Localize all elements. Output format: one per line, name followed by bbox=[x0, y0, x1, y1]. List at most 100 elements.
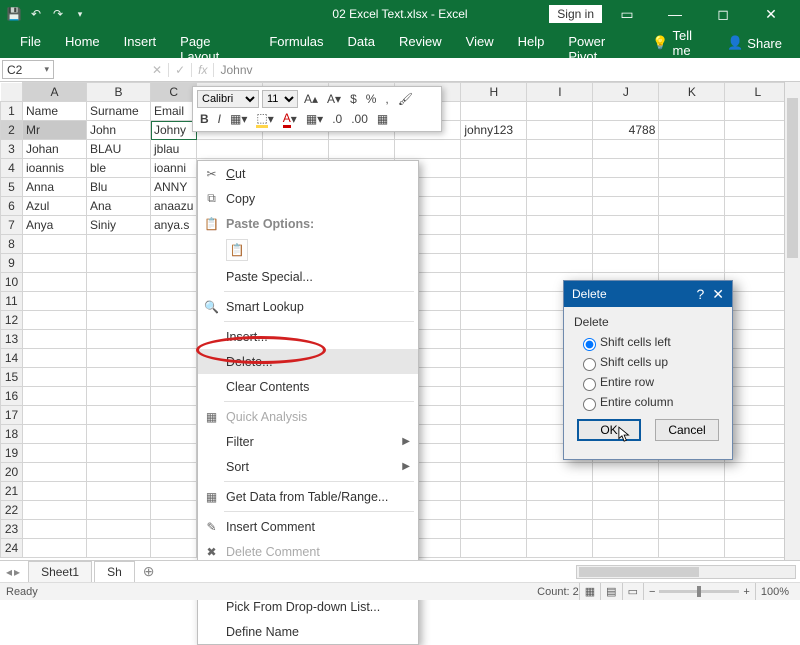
cell-A6[interactable]: Azul bbox=[23, 197, 87, 216]
cell-B12[interactable] bbox=[87, 311, 151, 330]
cell-K7[interactable] bbox=[659, 216, 725, 235]
cell-L21[interactable] bbox=[725, 482, 791, 501]
column-header-K[interactable]: K bbox=[659, 83, 725, 102]
row-header-10[interactable]: 10 bbox=[1, 273, 23, 292]
cell-I8[interactable] bbox=[527, 235, 593, 254]
cell-K5[interactable] bbox=[659, 178, 725, 197]
cell-A4[interactable]: ioannis bbox=[23, 159, 87, 178]
row-header-23[interactable]: 23 bbox=[1, 520, 23, 539]
cell-H9[interactable] bbox=[461, 254, 527, 273]
tab-review[interactable]: Review bbox=[387, 28, 454, 58]
cell-I20[interactable] bbox=[527, 463, 593, 482]
cell-A22[interactable] bbox=[23, 501, 87, 520]
close-button[interactable]: ✕ bbox=[748, 0, 794, 28]
cell-H17[interactable] bbox=[461, 406, 527, 425]
sheet-nav[interactable]: ◂▸ bbox=[0, 565, 26, 579]
cell-H13[interactable] bbox=[461, 330, 527, 349]
radio-entire-column[interactable]: Entire column bbox=[574, 393, 722, 413]
borders-icon[interactable]: ▦▾ bbox=[227, 110, 250, 128]
maximize-button[interactable]: ◻ bbox=[700, 0, 746, 28]
cell-B23[interactable] bbox=[87, 520, 151, 539]
radio-shift-up-input[interactable] bbox=[583, 358, 596, 371]
row-header-14[interactable]: 14 bbox=[1, 349, 23, 368]
cancel-edit-icon[interactable]: ✕ bbox=[146, 63, 169, 77]
row-header-3[interactable]: 3 bbox=[1, 140, 23, 159]
fill-color-icon[interactable]: ⬚▾ bbox=[253, 110, 276, 128]
zoom-slider[interactable] bbox=[659, 590, 739, 593]
row-header-18[interactable]: 18 bbox=[1, 425, 23, 444]
menu-get-data[interactable]: ▦Get Data from Table/Range... bbox=[198, 484, 418, 509]
tab-file[interactable]: File bbox=[8, 28, 53, 58]
cell-B16[interactable] bbox=[87, 387, 151, 406]
cell-A21[interactable] bbox=[23, 482, 87, 501]
cell-B9[interactable] bbox=[87, 254, 151, 273]
cell-C8[interactable] bbox=[151, 235, 197, 254]
cell-J2[interactable]: 4788 bbox=[593, 121, 659, 140]
cell-L8[interactable] bbox=[725, 235, 791, 254]
merge-center-icon[interactable]: ▦▾ bbox=[303, 110, 326, 128]
cell-H12[interactable] bbox=[461, 311, 527, 330]
menu-sort[interactable]: Sort▶ bbox=[198, 454, 418, 479]
cell-A11[interactable] bbox=[23, 292, 87, 311]
ok-button[interactable]: OK bbox=[577, 419, 641, 441]
bold-button[interactable]: B bbox=[197, 110, 212, 128]
cell-H23[interactable] bbox=[461, 520, 527, 539]
vertical-scrollbar[interactable] bbox=[784, 82, 800, 560]
row-header-15[interactable]: 15 bbox=[1, 368, 23, 387]
cell-A2[interactable]: Mr bbox=[23, 121, 87, 140]
cell-B22[interactable] bbox=[87, 501, 151, 520]
cell-A8[interactable] bbox=[23, 235, 87, 254]
cell-B21[interactable] bbox=[87, 482, 151, 501]
cell-K8[interactable] bbox=[659, 235, 725, 254]
cell-F3[interactable] bbox=[329, 140, 395, 159]
cell-H16[interactable] bbox=[461, 387, 527, 406]
cell-C12[interactable] bbox=[151, 311, 197, 330]
cell-J7[interactable] bbox=[593, 216, 659, 235]
cell-J22[interactable] bbox=[593, 501, 659, 520]
cell-I2[interactable] bbox=[527, 121, 593, 140]
cell-B20[interactable] bbox=[87, 463, 151, 482]
cell-L17[interactable] bbox=[725, 406, 791, 425]
cell-K2[interactable] bbox=[659, 121, 725, 140]
row-header-17[interactable]: 17 bbox=[1, 406, 23, 425]
cell-C18[interactable] bbox=[151, 425, 197, 444]
cell-A20[interactable] bbox=[23, 463, 87, 482]
dialog-close-icon[interactable]: ✕ bbox=[712, 286, 724, 303]
menu-paste-special[interactable]: Paste Special... bbox=[198, 264, 418, 289]
view-normal-icon[interactable]: ▦ bbox=[579, 583, 600, 600]
cell-I24[interactable] bbox=[527, 539, 593, 558]
column-header-J[interactable]: J bbox=[593, 83, 659, 102]
cell-L4[interactable] bbox=[725, 159, 791, 178]
cell-L14[interactable] bbox=[725, 349, 791, 368]
cell-C20[interactable] bbox=[151, 463, 197, 482]
cell-I4[interactable] bbox=[527, 159, 593, 178]
qat-dropdown-icon[interactable]: ▾ bbox=[72, 6, 88, 22]
menu-define-name[interactable]: Define Name bbox=[198, 619, 418, 644]
cell-B14[interactable] bbox=[87, 349, 151, 368]
paste-default-icon[interactable]: 📋 bbox=[226, 239, 248, 261]
menu-cut[interactable]: ✂Cut bbox=[198, 161, 418, 186]
cell-H22[interactable] bbox=[461, 501, 527, 520]
row-header-5[interactable]: 5 bbox=[1, 178, 23, 197]
cell-J23[interactable] bbox=[593, 520, 659, 539]
cell-L24[interactable] bbox=[725, 539, 791, 558]
cell-A12[interactable] bbox=[23, 311, 87, 330]
cell-K9[interactable] bbox=[659, 254, 725, 273]
cell-J1[interactable] bbox=[593, 102, 659, 121]
cell-H14[interactable] bbox=[461, 349, 527, 368]
cell-L15[interactable] bbox=[725, 368, 791, 387]
cell-C22[interactable] bbox=[151, 501, 197, 520]
cell-H6[interactable] bbox=[461, 197, 527, 216]
cond-format-icon[interactable]: ▦ bbox=[374, 110, 391, 128]
cell-C4[interactable]: ioanni bbox=[151, 159, 197, 178]
cell-B13[interactable] bbox=[87, 330, 151, 349]
menu-filter[interactable]: Filter▶ bbox=[198, 429, 418, 454]
menu-delete[interactable]: Delete... bbox=[198, 349, 418, 374]
cell-A18[interactable] bbox=[23, 425, 87, 444]
cell-J3[interactable] bbox=[593, 140, 659, 159]
cell-B19[interactable] bbox=[87, 444, 151, 463]
cell-H24[interactable] bbox=[461, 539, 527, 558]
cell-A5[interactable]: Anna bbox=[23, 178, 87, 197]
cell-J24[interactable] bbox=[593, 539, 659, 558]
cell-A9[interactable] bbox=[23, 254, 87, 273]
